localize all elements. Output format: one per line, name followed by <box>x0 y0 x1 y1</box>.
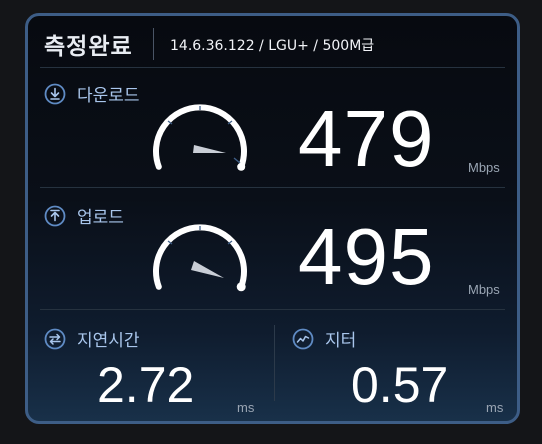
jitter-label-text: 지터 <box>325 331 357 351</box>
result-header: 측정완료 14.6.36.122 / LGU+ / 500M급 <box>28 16 517 70</box>
upload-unit: Mbps <box>468 282 500 297</box>
download-unit: Mbps <box>468 160 500 175</box>
upload-gauge <box>153 224 247 292</box>
pulse-wave-icon <box>292 328 314 349</box>
latency-label: 지연시간 <box>44 326 140 351</box>
download-speed-value: 479 <box>298 94 435 183</box>
upload-label-text: 업로드 <box>77 208 124 228</box>
download-label: 다운로드 <box>44 81 140 106</box>
jitter-label: 지터 <box>292 326 356 351</box>
metric-divider <box>274 325 275 401</box>
upload-arrow-icon <box>44 205 66 226</box>
latency-unit: ms <box>237 400 255 415</box>
speed-test-result-panel: 측정완료 14.6.36.122 / LGU+ / 500M급 다운로드 479… <box>25 13 520 424</box>
divider-line <box>40 67 505 68</box>
swap-arrows-icon <box>44 328 66 349</box>
jitter-unit: ms <box>486 400 504 415</box>
upload-label: 업로드 <box>44 203 124 228</box>
server-info: 14.6.36.122 / LGU+ / 500M급 <box>170 38 375 54</box>
latency-label-text: 지연시간 <box>77 331 140 351</box>
divider-line <box>40 309 505 310</box>
download-label-text: 다운로드 <box>77 86 140 106</box>
upload-speed-value: 495 <box>298 212 435 301</box>
download-gauge <box>153 104 247 171</box>
result-title: 측정완료 <box>44 34 133 60</box>
download-arrow-icon <box>44 83 66 104</box>
header-divider <box>153 28 154 60</box>
divider-line <box>40 187 505 188</box>
latency-value: 2.72 <box>97 357 195 413</box>
jitter-value: 0.57 <box>351 357 449 413</box>
